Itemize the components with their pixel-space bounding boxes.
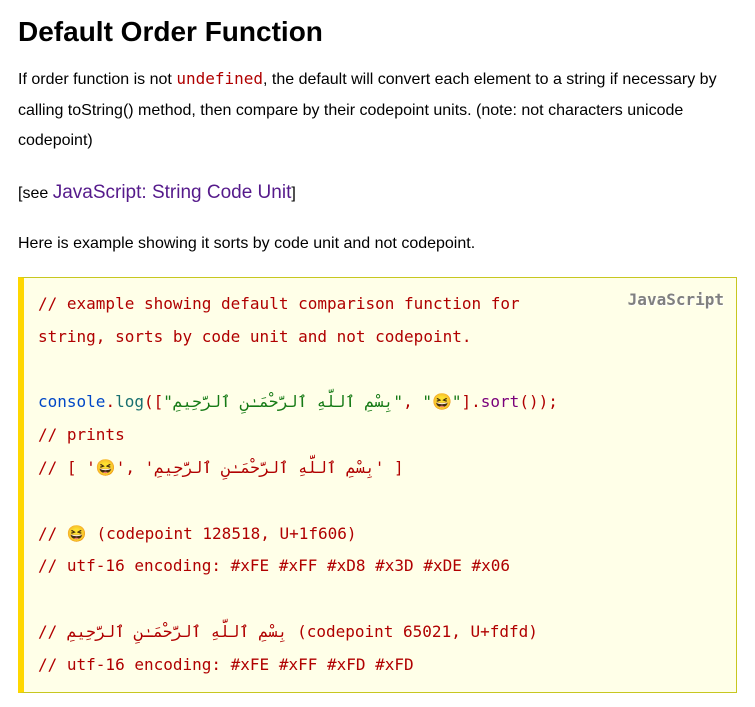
code-token: ([ [144, 392, 163, 411]
see-prefix: [see [18, 185, 53, 202]
example-intro: Here is example showing it sorts by code… [18, 229, 737, 259]
code-token: , [403, 392, 422, 411]
code-comment: // 😆 (codepoint 128518, U+1f606) [38, 524, 357, 543]
code-string-emoji: "😆" [422, 392, 461, 411]
code-token-console: console [38, 392, 105, 411]
code-language-label: JavaScript [628, 284, 724, 317]
code-token: ()); [519, 392, 558, 411]
code-string-arabic: "بِسْمِ ٱللَّهِ ٱلرَّحْمَـٰنِ ٱلرَّحِيمِ… [163, 392, 403, 411]
inline-code-undefined: undefined [176, 69, 263, 88]
code-token-sort: sort [481, 392, 520, 411]
intro-text-1: If order function is not [18, 71, 176, 88]
code-comment: // example showing default comparison fu… [38, 294, 520, 313]
code-token-log: log [115, 392, 144, 411]
code-block: JavaScript // example showing default com… [18, 277, 737, 693]
see-link[interactable]: JavaScript: String Code Unit [53, 182, 292, 203]
see-also: [see JavaScript: String Code Unit] [18, 175, 737, 211]
see-suffix: ] [291, 185, 295, 202]
code-comment: // utf-16 encoding: #xFE #xFF #xD8 #x3D … [38, 556, 510, 575]
code-token: ]. [462, 392, 481, 411]
code-comment: // utf-16 encoding: #xFE #xFF #xFD #xFD [38, 655, 414, 674]
code-comment: // [ '😆', 'بِسْمِ ٱللَّهِ ٱلرَّحْمَـٰنِ … [38, 458, 404, 477]
code-comment: string, sorts by code unit and not codep… [38, 327, 471, 346]
code-comment: // prints [38, 425, 125, 444]
code-comment: // بِسْمِ ٱللَّهِ ٱلرَّحْمَـٰنِ ٱلرَّحِي… [38, 622, 538, 641]
intro-paragraph: If order function is not undefined, the … [18, 64, 737, 156]
code-token: . [105, 392, 115, 411]
section-heading: Default Order Function [18, 14, 737, 50]
